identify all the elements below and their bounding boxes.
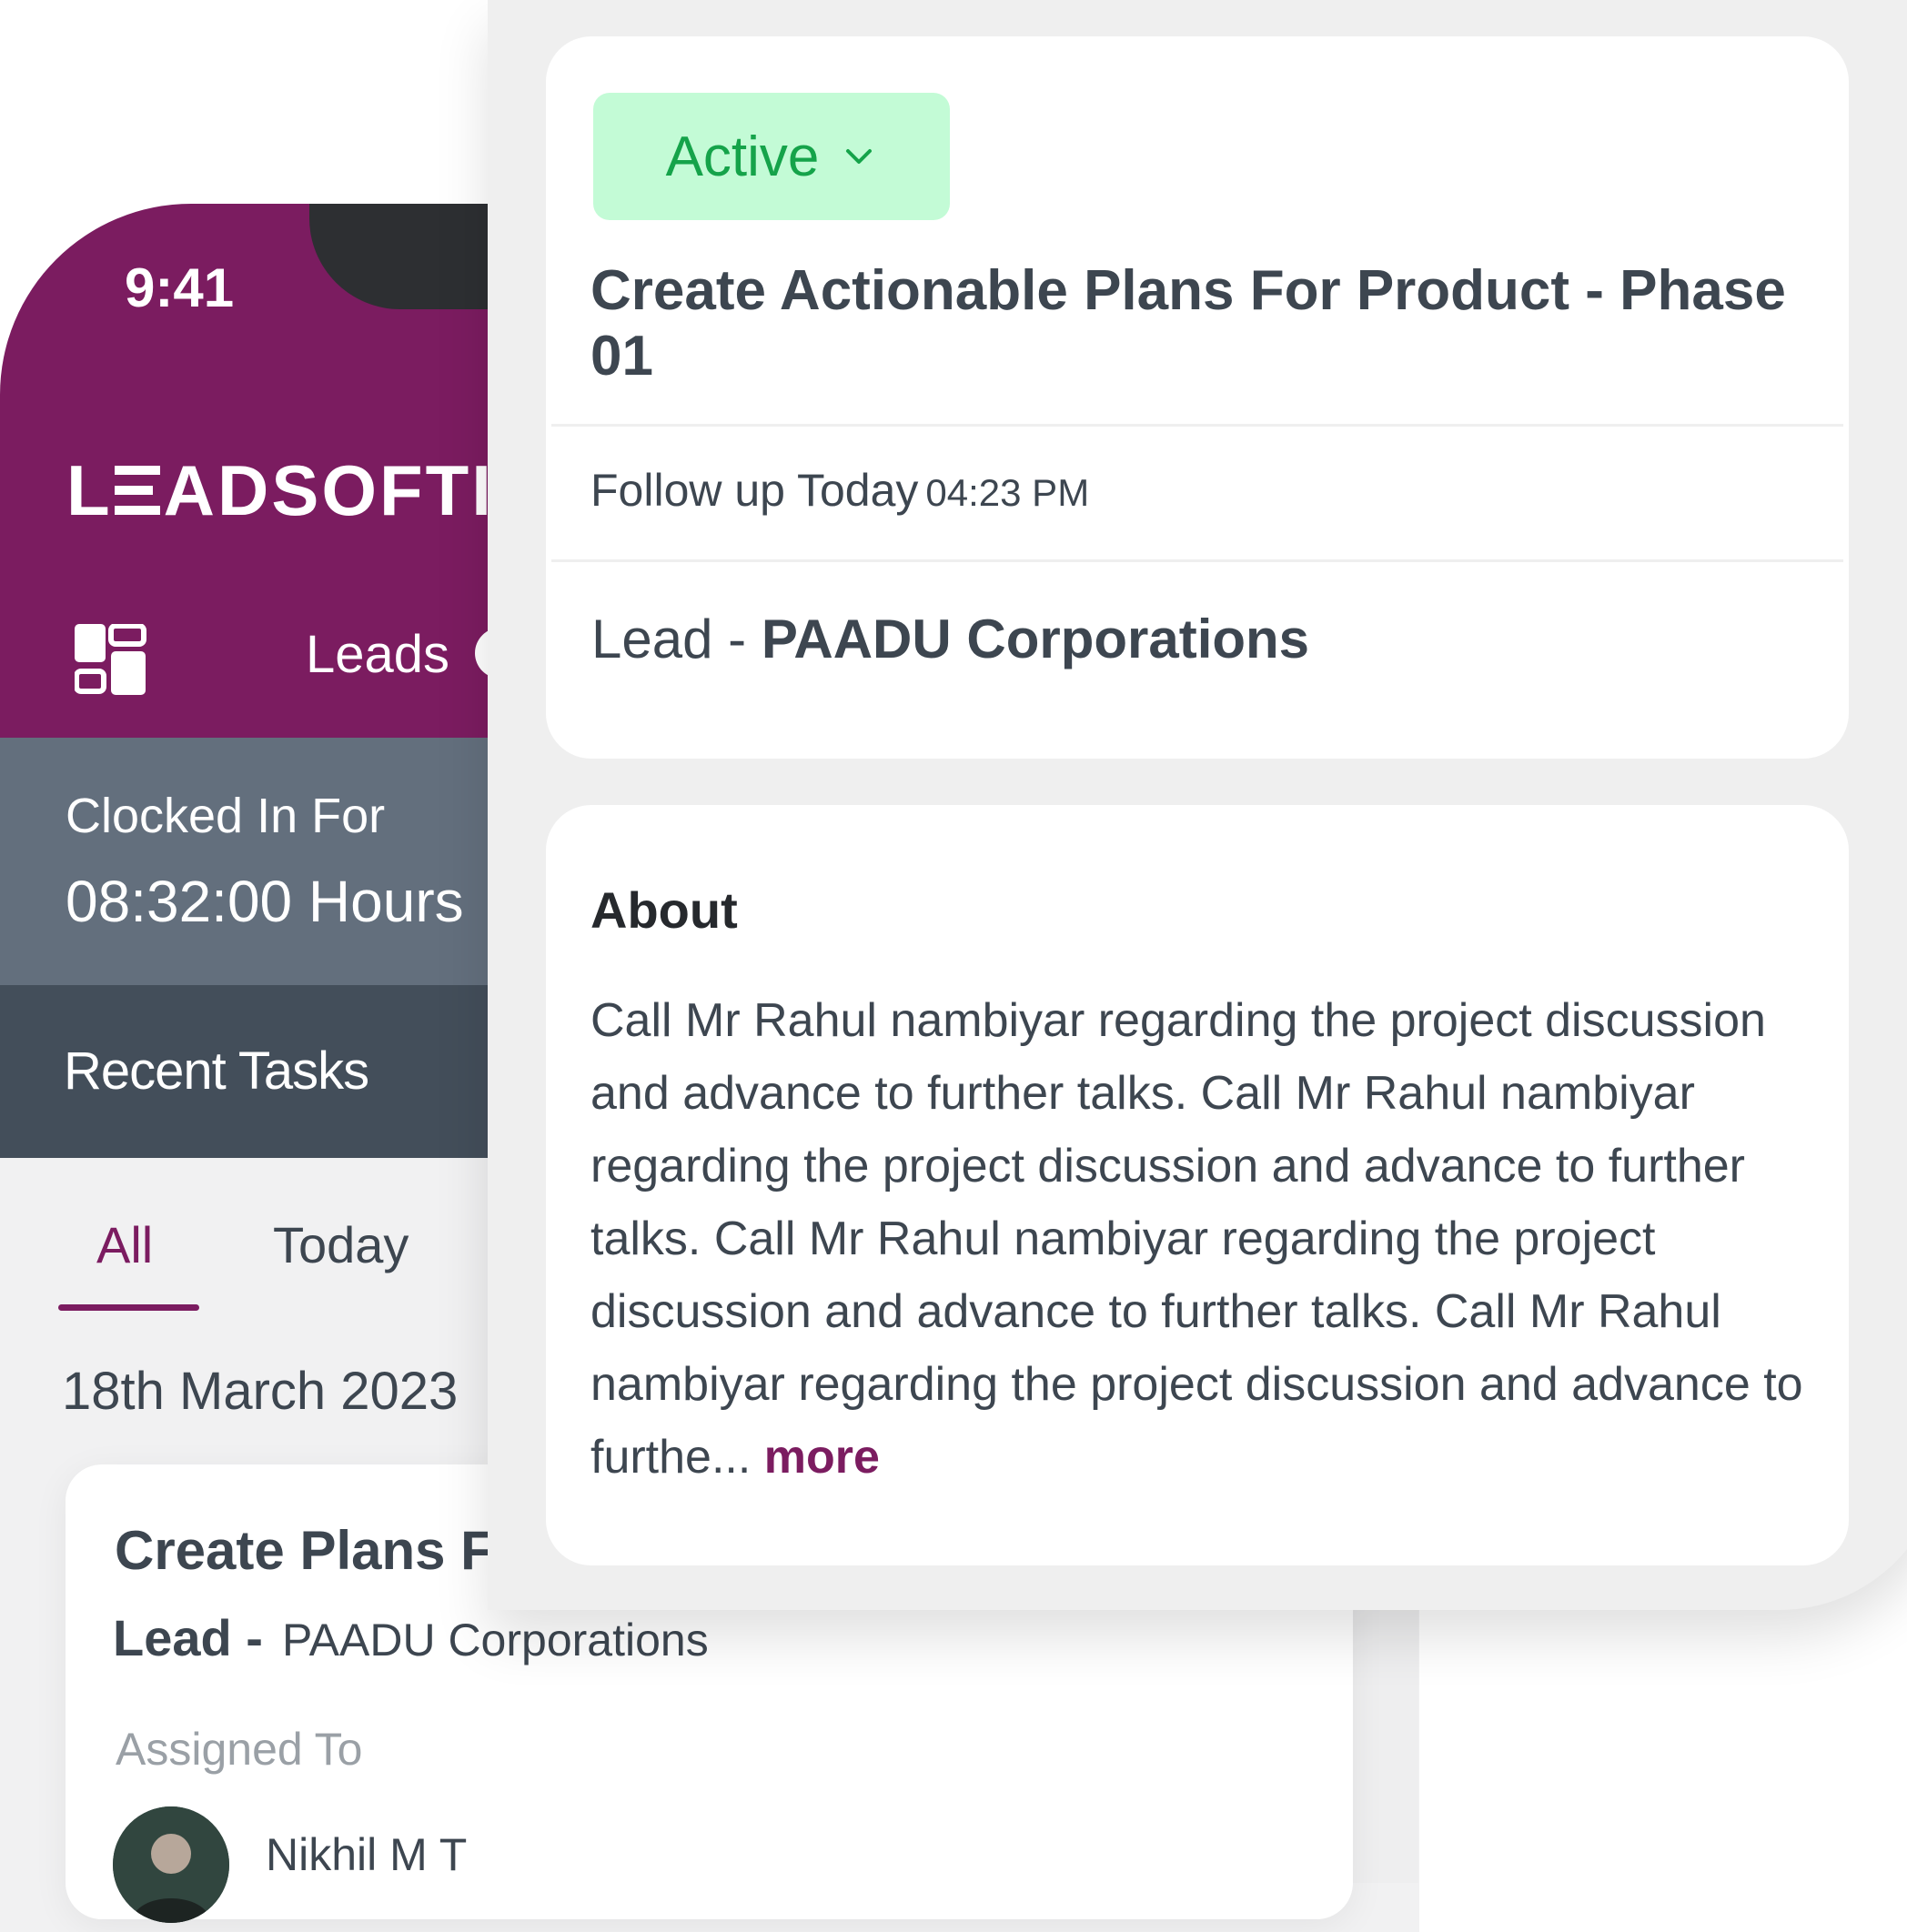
task-detail-title: Create Actionable Plans For Product - Ph… [590,259,1786,387]
task-lead-name: PAADU Corporations [282,1615,709,1665]
status-value: Active [665,125,820,188]
tab-today[interactable]: Today [273,1215,409,1274]
dashboard-grid-icon[interactable] [75,624,147,697]
divider [551,559,1843,562]
lead-line[interactable]: Lead - PAADU Corporations [591,608,1309,670]
logo-e-mark [114,464,160,515]
task-lead-prefix: Lead - [113,1609,263,1666]
about-body: Call Mr Rahul nambiyar regarding the pro… [590,994,1803,1484]
avatar-person-icon [113,1806,229,1923]
assigned-to-label: Assigned To [116,1724,363,1775]
logo-text-start: L [66,450,113,530]
chevron-down-icon [846,149,873,164]
about-heading: About [590,881,738,939]
app-logo: L ADSOFTI [66,449,494,532]
status-bar-time: 9:41 [125,257,235,318]
task-title: Create Plans Fo [115,1520,528,1581]
divider [551,424,1843,427]
task-date-heading: 18th March 2023 [62,1362,459,1421]
follow-up-label: Follow up Today [590,465,919,516]
clock-in-value: 08:32:00 Hours [66,869,464,934]
list-edge-strip [1353,1610,1418,1883]
follow-up-line: Follow up Today 04:23 PM [590,464,1089,517]
status-dropdown[interactable]: Active [593,93,950,220]
active-tab-indicator [58,1304,199,1311]
lead-name: PAADU Corporations [761,609,1310,669]
tab-all[interactable]: All [96,1215,153,1274]
lead-prefix: Lead - [591,609,747,669]
assignee-avatar [113,1806,229,1923]
logo-text-end: ADSOFTI [163,450,494,530]
follow-up-time: 04:23 PM [925,471,1090,514]
assignee-name: Nikhil M T [266,1829,468,1880]
recent-tasks-title: Recent Tasks [64,1041,369,1101]
clock-in-label: Clocked In For [66,789,386,843]
nav-leads-label[interactable]: Leads [306,624,449,685]
about-description: Call Mr Rahul nambiyar regarding the pro… [590,984,1810,1494]
more-link[interactable]: more [764,1431,880,1484]
